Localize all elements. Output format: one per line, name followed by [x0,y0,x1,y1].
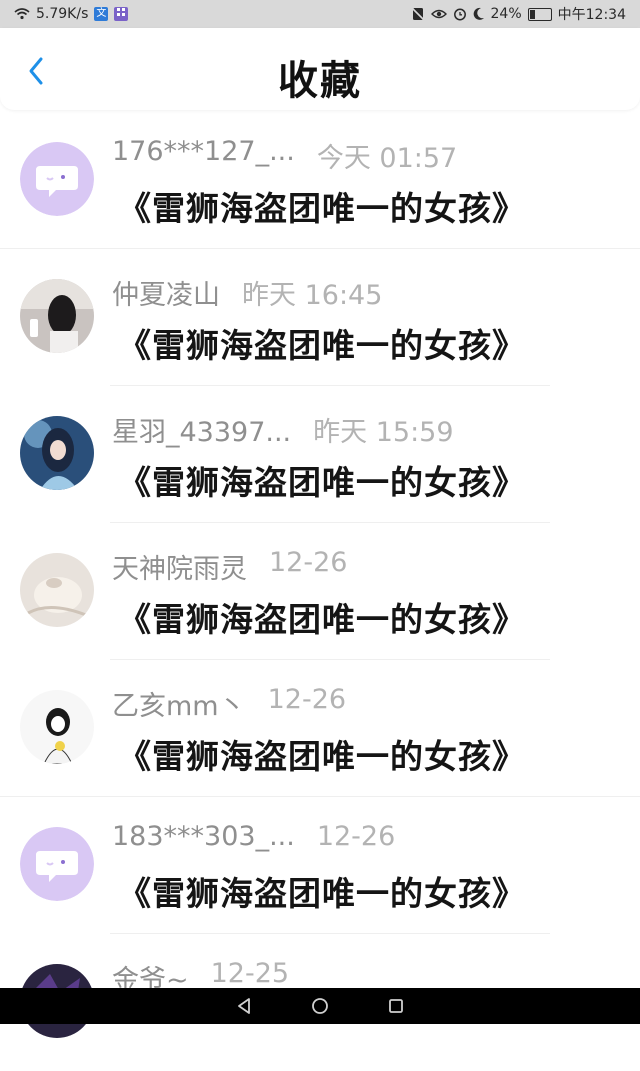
timestamp: 昨天 15:59 [313,417,454,448]
nav-recents-button[interactable] [385,995,407,1017]
avatar[interactable] [20,553,94,627]
list-item[interactable]: 仲夏凌山 昨天 16:45 《雷狮海盗团唯一的女孩》 [0,249,640,386]
nav-home-button[interactable] [309,995,331,1017]
favorites-list: 176***127_... 今天 01:57 《雷狮海盗团唯一的女孩》 仲夏凌山… [0,112,640,1071]
recents-square-icon [389,999,403,1013]
list-item[interactable]: 星羽_43397... 昨天 15:59 《雷狮海盗团唯一的女孩》 [0,386,640,523]
avatar[interactable] [20,142,94,216]
timestamp: 昨天 16:45 [242,280,383,311]
message-text: 《雷狮海盗团唯一的女孩》 [118,874,526,913]
timestamp: 12-26 [267,684,347,715]
avatar[interactable] [20,690,94,764]
wifi-icon [14,8,30,20]
chat-bubble-icon [20,827,94,901]
chat-bubble-icon [20,142,94,216]
page-title: 收藏 [278,58,362,104]
alarm-icon [453,7,467,21]
message-text: 《雷狮海盗团唯一的女孩》 [118,463,526,502]
list-item[interactable]: 183***303_... 12-26 《雷狮海盗团唯一的女孩》 [0,797,640,934]
user-name: 星羽_43397... [112,417,292,448]
home-circle-icon [312,998,328,1014]
system-nav-bar [0,988,640,1024]
user-name: 天神院雨灵 [112,554,247,585]
avatar[interactable] [20,827,94,901]
timestamp: 今天 01:57 [316,143,458,174]
message-text: 《雷狮海盗团唯一的女孩》 [118,189,526,228]
list-item[interactable]: 天神院雨灵 12-26 《雷狮海盗团唯一的女孩》 [0,523,640,660]
avatar[interactable] [20,279,94,353]
battery-icon [527,7,552,21]
user-name: 183***303_... [112,821,295,852]
header: 收藏 [0,28,640,110]
back-triangle-icon [238,998,250,1014]
no-sim-icon [410,7,425,21]
timestamp: 12-26 [316,821,396,852]
user-photo-icon [20,279,94,353]
status-bar: 5.79K/s 文 24% 中午12:34 [0,0,640,28]
message-text: 《雷狮海盗团唯一的女孩》 [118,600,526,639]
eye-icon [430,8,447,20]
battery-percent: 24% [490,6,522,22]
avatar[interactable] [20,416,94,490]
message-text: 《雷狮海盗团唯一的女孩》 [118,737,526,776]
list-item[interactable]: 176***127_... 今天 01:57 《雷狮海盗团唯一的女孩》 [0,112,640,249]
list-item[interactable]: 乙亥mm丶 12-26 《雷狮海盗团唯一的女孩》 [0,660,640,797]
document-notification-icon: 文 [94,7,109,21]
nav-back-button[interactable] [233,995,255,1017]
moon-icon [473,7,485,21]
user-name: 乙亥mm丶 [112,691,246,722]
food-photo-icon [20,553,94,627]
timestamp: 12-26 [269,547,348,578]
sketch-avatar-icon [20,690,94,764]
clock: 中午12:34 [557,7,626,23]
app-notification-icon [114,7,129,21]
user-name: 176***127_... [112,136,295,167]
anime-avatar-icon [20,416,94,490]
network-speed: 5.79K/s [36,6,89,22]
user-name: 仲夏凌山 [112,280,220,311]
message-text: 《雷狮海盗团唯一的女孩》 [118,326,526,365]
